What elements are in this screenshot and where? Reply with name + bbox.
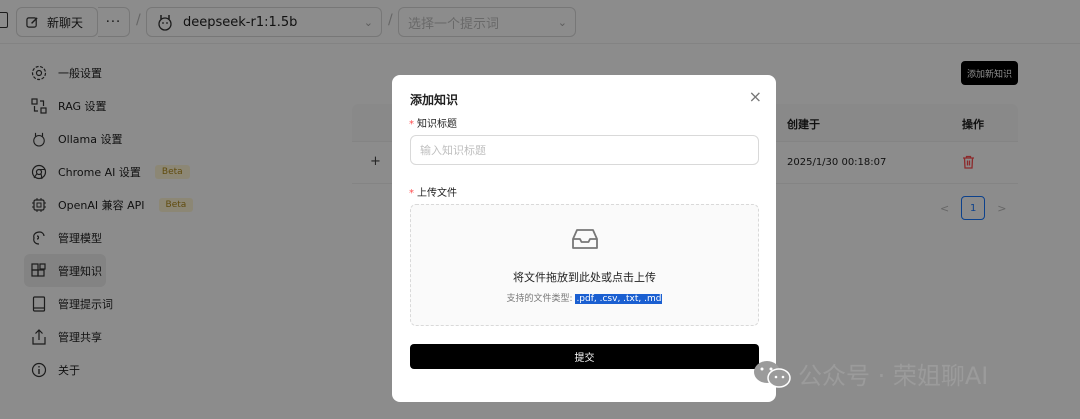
inbox-icon	[570, 227, 600, 255]
supported-types-hint: 支持的文件类型: .pdf, .csv, .txt, .md	[411, 291, 758, 304]
supported-types: .pdf, .csv, .txt, .md	[575, 294, 663, 304]
title-field-label: * 知识标题	[409, 115, 457, 130]
watermark: 公众号 · 荣姐聊AI	[752, 356, 988, 391]
submit-button[interactable]: 提交	[410, 344, 759, 369]
dropzone-text: 将文件拖放到此处或点击上传	[513, 271, 656, 284]
required-mark: *	[409, 119, 414, 130]
file-field-label: * 上传文件	[409, 184, 457, 199]
add-knowledge-modal: 添加知识 × *知识标题 *上传文件 将文件拖放到此处或点击上传 支持的文件类型…	[392, 75, 776, 402]
knowledge-title-input[interactable]	[410, 135, 759, 165]
watermark-text: 公众号 · 荣姐聊AI	[798, 362, 989, 390]
file-label-text: 上传文件	[417, 188, 457, 199]
modal-title: 添加知识	[410, 93, 459, 107]
file-dropzone[interactable]: 将文件拖放到此处或点击上传 支持的文件类型: .pdf, .csv, .txt,…	[410, 204, 759, 326]
wechat-icon	[754, 360, 791, 388]
required-mark: *	[409, 188, 414, 199]
close-icon[interactable]: ×	[749, 87, 762, 106]
title-label-text: 知识标题	[417, 119, 457, 130]
supported-prefix: 支持的文件类型:	[506, 294, 573, 304]
